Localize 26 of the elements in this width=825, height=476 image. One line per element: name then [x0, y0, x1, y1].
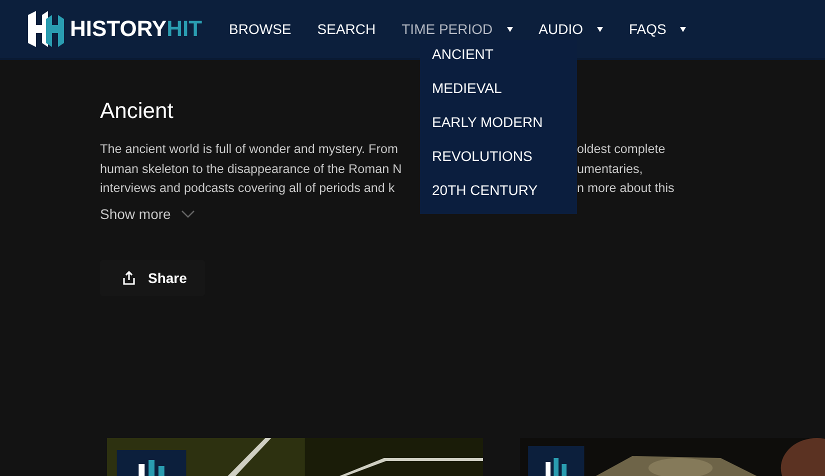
caret-icon	[680, 26, 686, 32]
menu-item[interactable]: ANCIENT	[432, 40, 565, 74]
nav-link[interactable]: BROWSE	[229, 21, 292, 37]
page-title: Ancient	[100, 98, 174, 124]
logo-wordmark-accent[interactable]: HIT	[166, 16, 202, 42]
description-text: interviews and podcasts covering all of periods and k	[100, 180, 395, 197]
description-text: umentaries,	[577, 160, 643, 178]
caret-icon	[506, 26, 513, 32]
chevron-down-icon	[180, 210, 195, 218]
nav-link[interactable]: AUDIO	[538, 21, 603, 37]
nav-link[interactable]: TIME PERIOD	[402, 21, 513, 37]
menu-item[interactable]: MEDIEVAL	[432, 74, 565, 108]
description-text: n more about this	[577, 180, 674, 197]
menu-item[interactable]: REVOLUTIONS	[432, 142, 565, 176]
show-more-button[interactable]: Show more	[100, 206, 195, 222]
description-text: human skeleton to the disappearance of the Roman N	[100, 160, 402, 178]
logo-icon[interactable]	[28, 9, 64, 49]
share-icon	[122, 270, 136, 284]
logo-wordmark[interactable]: HISTORY	[70, 16, 167, 42]
nav-link[interactable]: SEARCH	[317, 21, 376, 37]
nav-link[interactable]: FAQS	[628, 21, 686, 37]
caret-icon	[596, 26, 603, 32]
description-text: The ancient world is full of wonder and mystery. From	[100, 141, 398, 158]
description-text: oldest complete	[577, 141, 666, 158]
menu-item[interactable]: EARLY MODERN	[432, 108, 565, 142]
menu-item[interactable]: 20TH CENTURY	[432, 176, 565, 210]
